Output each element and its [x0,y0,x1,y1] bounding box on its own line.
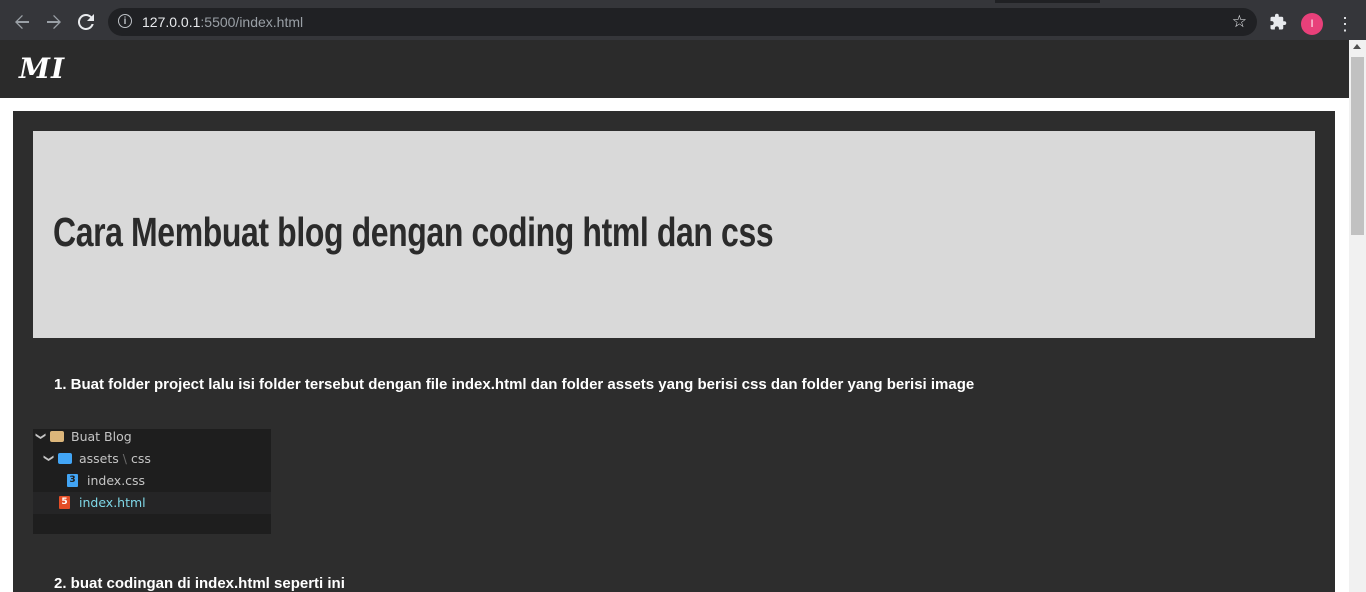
scroll-up-arrow-icon[interactable] [1353,44,1361,49]
more-vertical-icon[interactable]: ⋮ [1336,13,1354,35]
folder-open-icon [50,431,64,442]
html-file-label: index.html [79,495,146,510]
folder-css-text: css [130,451,151,466]
extensions-puzzle-icon[interactable] [1269,13,1289,33]
profile-avatar[interactable]: I [1301,13,1323,35]
arrow-right-icon [47,15,61,29]
folder-assets-text: assets [79,451,119,466]
browser-toolbar: i 127.0.0.1:5500/index.html ☆ I ⋮ [0,3,1366,40]
css-folder-icon [58,453,72,464]
article-card: Cara Membuat blog dengan coding html dan… [13,111,1335,592]
url-text[interactable]: 127.0.0.1:5500/index.html [142,14,303,30]
explorer-root-label: Buat Blog [71,429,132,444]
explorer-html-file-row: 5 index.html [33,492,271,514]
site-logo[interactable]: MI [19,52,65,85]
article-title: Cara Membuat blog dengan coding html dan… [53,209,774,255]
explorer-root-row: ❯ Buat Blog [33,426,271,448]
forward-button[interactable] [41,9,67,35]
explorer-css-file-row: 3 index.css [33,470,271,492]
page-viewport: MI Cara Membuat blog dengan coding html … [0,40,1349,592]
explorer-folder-label: assets \ css [79,448,151,470]
url-host: 127.0.0.1 [142,14,201,30]
bookmark-star-icon[interactable]: ☆ [1232,12,1247,32]
css-file-icon: 3 [67,474,78,487]
css-file-label: index.css [87,473,146,488]
folder-separator: \ [122,451,127,466]
reload-button[interactable] [73,9,99,35]
scrollbar-thumb[interactable] [1351,57,1364,235]
step-1-text: 1. Buat folder project lalu isi folder t… [54,376,975,393]
hero-banner: Cara Membuat blog dengan coding html dan… [33,131,1315,338]
arrow-left-icon [15,15,29,29]
file-explorer-screenshot: ❯ Buat Blog ❯ assets \ css 3 index.css 5… [33,429,271,534]
site-header: MI [0,40,1349,98]
explorer-folder-row: ❯ assets \ css [33,448,271,470]
address-bar[interactable]: i 127.0.0.1:5500/index.html ☆ [108,8,1257,36]
info-icon[interactable]: i [118,14,132,28]
chevron-down-icon: ❯ [43,454,54,463]
page-scrollbar[interactable] [1349,40,1366,592]
step-2-text: 2. buat codingan di index.html seperti i… [54,575,345,592]
back-button[interactable] [9,9,35,35]
html-file-icon: 5 [59,496,70,509]
reload-icon [78,14,94,30]
chevron-down-icon: ❯ [35,432,46,441]
url-path: :5500/index.html [200,14,304,30]
